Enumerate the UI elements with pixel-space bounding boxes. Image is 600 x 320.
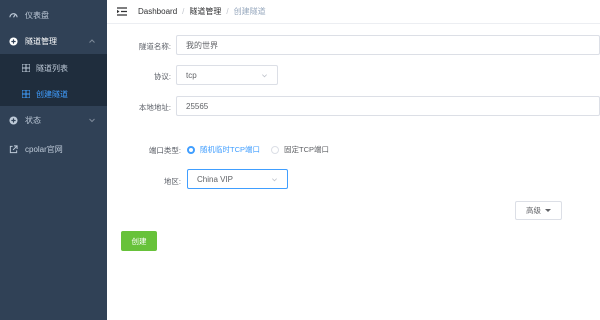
navbar: Dashboard / 隧道管理 / 创建隧道 (107, 0, 600, 24)
radio-circle (187, 145, 195, 154)
protocol-select[interactable]: tcp (176, 65, 278, 85)
sidebar-item-label: cpolar官网 (25, 144, 63, 154)
sidebar-item-label: 隧道管理 (25, 36, 57, 46)
plus-circle-icon (9, 36, 18, 46)
protocol-label: 协议: (153, 72, 171, 81)
local-address-label: 本地地址: (138, 103, 171, 112)
hamburger-icon[interactable] (117, 7, 127, 16)
advanced-dropdown-button[interactable]: 高级 (515, 201, 562, 220)
protocol-value: tcp (186, 70, 197, 80)
tunnel-name-input[interactable]: 我的世界 (176, 35, 600, 55)
radio-label: 随机临时TCP端口 (200, 145, 260, 154)
sidebar-item-create-tunnel[interactable]: 创建隧道 (0, 81, 107, 107)
breadcrumb-current: 创建隧道 (233, 7, 266, 16)
plus-circle-icon (9, 115, 18, 125)
radio-label: 固定TCP端口 (284, 145, 329, 154)
port-type-label: 端口类型: (148, 146, 181, 155)
region-label: 地区: (163, 177, 181, 186)
region-value: China VIP (197, 174, 234, 184)
tunnel-name-value: 我的世界 (186, 40, 218, 50)
caret-down-icon (545, 209, 551, 212)
sidebar-item-status[interactable]: 状态 (0, 107, 107, 133)
grid-icon (21, 90, 30, 99)
breadcrumb: Dashboard / 隧道管理 / 创建隧道 (138, 6, 266, 17)
chevron-up-icon (88, 37, 96, 45)
tunnel-name-label: 隧道名称: (138, 42, 171, 51)
radio-circle (271, 145, 279, 154)
sidebar-item-dashboard[interactable]: 仪表盘 (0, 2, 107, 28)
grid-icon (21, 64, 30, 73)
sidebar-item-cpolar-site[interactable]: cpolar官网 (0, 136, 107, 162)
create-button[interactable]: 创建 (121, 231, 157, 251)
sidebar-item-label: 仪表盘 (25, 10, 49, 20)
local-address-value: 25565 (186, 101, 209, 111)
dashboard-icon (9, 11, 18, 20)
sidebar-item-label: 隧道列表 (36, 63, 68, 73)
sidebar-item-tunnel-management[interactable]: 隧道管理 (0, 28, 107, 54)
advanced-label: 高级 (526, 206, 541, 215)
sidebar-item-label: 状态 (25, 115, 41, 125)
chevron-down-icon (271, 176, 278, 183)
breadcrumb-separator: / (226, 7, 229, 16)
region-select[interactable]: China VIP (187, 169, 288, 189)
sidebar: 仪表盘 隧道管理 隧道列表 创建隧道 状态 cpolar官网 (0, 0, 107, 320)
local-address-input[interactable]: 25565 (176, 96, 600, 116)
breadcrumb-item[interactable]: 隧道管理 (189, 6, 221, 17)
sidebar-item-tunnel-list[interactable]: 隧道列表 (0, 55, 107, 81)
radio-random-tcp-port[interactable]: 随机临时TCP端口 (187, 144, 260, 155)
external-link-icon (9, 144, 18, 154)
chevron-down-icon (261, 72, 268, 79)
chevron-down-icon (88, 116, 96, 124)
breadcrumb-item[interactable]: Dashboard (138, 7, 177, 16)
sidebar-item-label: 创建隧道 (36, 89, 68, 99)
radio-fixed-tcp-port[interactable]: 固定TCP端口 (271, 144, 329, 155)
breadcrumb-separator: / (182, 7, 185, 16)
